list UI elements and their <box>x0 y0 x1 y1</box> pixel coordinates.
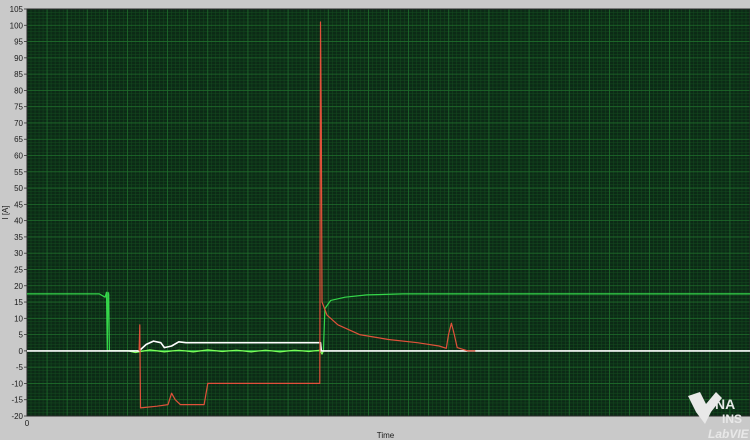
y-tick-label: 80 <box>14 86 23 95</box>
y-tick-label: 50 <box>14 184 23 193</box>
y-tick-label: -5 <box>16 363 24 372</box>
y-tick-label: 60 <box>14 152 23 161</box>
y-tick-label: 75 <box>14 103 23 112</box>
y-tick-label: 90 <box>14 54 23 63</box>
watermark-line-1: NA <box>715 396 735 412</box>
waveform-graph-panel: -20 -15 -10 -5 0 5 10 15 20 25 30 35 40 45 50 55 60 65 70 7… <box>0 0 750 440</box>
y-tick-label: 85 <box>14 70 23 79</box>
y-tick-label: 70 <box>14 119 23 128</box>
waveform-graph: -20 -15 -10 -5 0 5 10 15 20 25 30 35 40 45 50 55 60 65 70 7… <box>1 5 750 440</box>
x-axis-label: Time <box>377 431 395 440</box>
x-tick-label: 0 <box>25 419 30 428</box>
y-tick-label: 45 <box>14 200 23 209</box>
y-tick-label: -10 <box>11 379 23 388</box>
watermark-line-2: INS <box>722 412 742 426</box>
y-tick-label: 25 <box>14 265 23 274</box>
y-tick-label: 20 <box>14 282 23 291</box>
y-tick-label: 105 <box>10 5 24 14</box>
y-tick-label: 10 <box>14 314 23 323</box>
y-tick-label: -20 <box>11 412 23 421</box>
y-tick-label: 0 <box>19 347 24 356</box>
y-tick-label: 100 <box>10 21 24 30</box>
y-tick-label: -15 <box>11 396 23 405</box>
watermark-line-3: LabVIE <box>708 427 750 440</box>
x-axis-ticks: 0 <box>25 419 30 428</box>
y-tick-label: 15 <box>14 298 23 307</box>
y-tick-label: 65 <box>14 135 23 144</box>
y-tick-label: 55 <box>14 168 23 177</box>
y-axis-label: I [A] <box>1 205 10 219</box>
y-tick-label: 30 <box>14 249 23 258</box>
y-tick-label: 95 <box>14 38 23 47</box>
y-axis-ticks: -20 -15 -10 -5 0 5 10 15 20 25 30 35 40 45 50 55 60 65 70 7… <box>10 5 27 421</box>
y-tick-label: 5 <box>19 331 24 340</box>
y-tick-label: 40 <box>14 217 23 226</box>
y-tick-label: 35 <box>14 233 23 242</box>
